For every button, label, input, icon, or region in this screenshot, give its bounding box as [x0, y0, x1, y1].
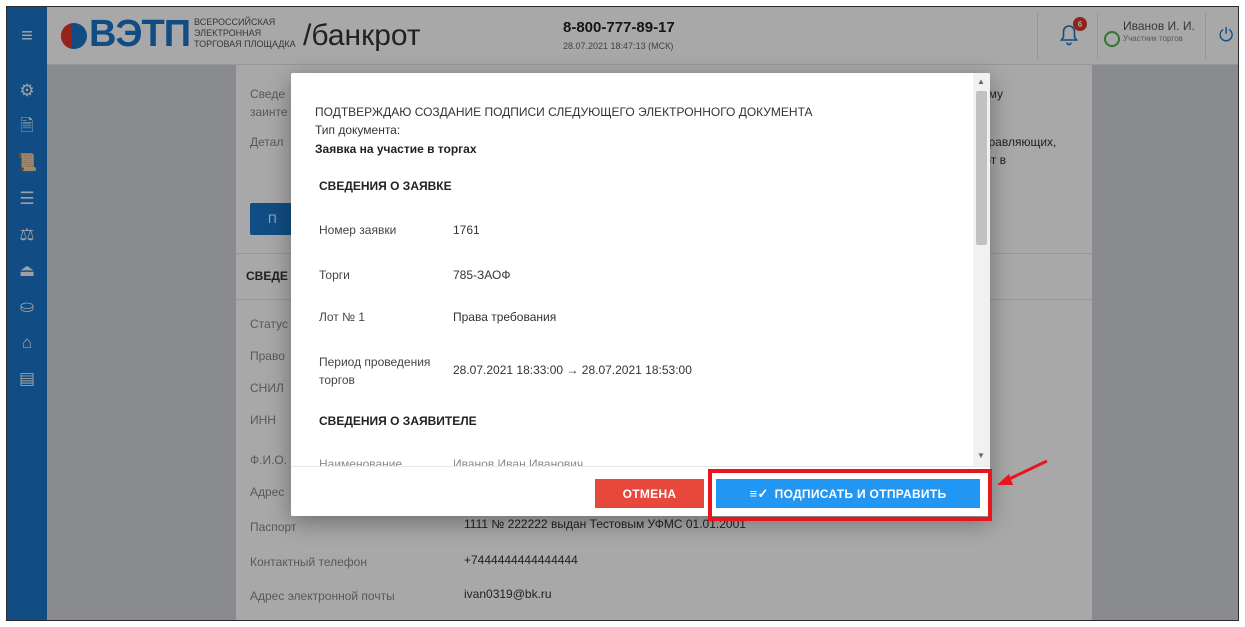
field-value: Права требования [453, 310, 557, 324]
dialog-body: ПОДТВЕРЖДАЮ СОЗДАНИЕ ПОДПИСИ СЛЕДУЮЩЕГО … [291, 73, 990, 466]
annotation-arrow-icon [997, 459, 1048, 485]
field-label: Торги [319, 268, 350, 282]
scroll-up-icon[interactable]: ▲ [977, 77, 985, 86]
doc-type-value: Заявка на участие в торгах [315, 142, 477, 156]
cancel-button-label: ОТМЕНА [622, 486, 677, 501]
field-value-cut: Иванов Иван Иванович [453, 457, 584, 466]
section-title: СВЕДЕНИЯ О ЗАЯВИТЕЛЕ [319, 414, 477, 428]
field-label: Лот № 1 [319, 310, 365, 324]
scroll-down-icon[interactable]: ▼ [977, 451, 985, 460]
sign-confirm-dialog: ПОДТВЕРЖДАЮ СОЗДАНИЕ ПОДПИСИ СЛЕДУЮЩЕГО … [291, 73, 990, 516]
scroll-thumb[interactable] [976, 91, 987, 245]
field-label: Период проведения торгов [319, 355, 431, 387]
doc-type-label: Тип документа: [315, 123, 401, 137]
dialog-title: ПОДТВЕРЖДАЮ СОЗДАНИЕ ПОДПИСИ СЛЕДУЮЩЕГО … [315, 105, 813, 119]
field-value: 1761 [453, 223, 480, 237]
cancel-button[interactable]: ОТМЕНА [595, 479, 704, 508]
annotation-highlight-box [708, 469, 992, 521]
section-title: СВЕДЕНИЯ О ЗАЯВКЕ [319, 179, 452, 193]
field-label-cut: Наименование [319, 457, 403, 466]
app-window: ≡ ВЭТП ВСЕРОССИЙСКАЯ ЭЛЕКТРОННАЯ ТОРГОВА… [6, 6, 1239, 621]
dialog-scrollbar[interactable]: ▲ ▼ [973, 73, 990, 466]
field-label: Номер заявки [319, 223, 397, 237]
field-value: 785-ЗАОФ [453, 268, 511, 282]
field-value: 28.07.2021 18:33:00 → 28.07.2021 18:53:0… [453, 363, 692, 377]
